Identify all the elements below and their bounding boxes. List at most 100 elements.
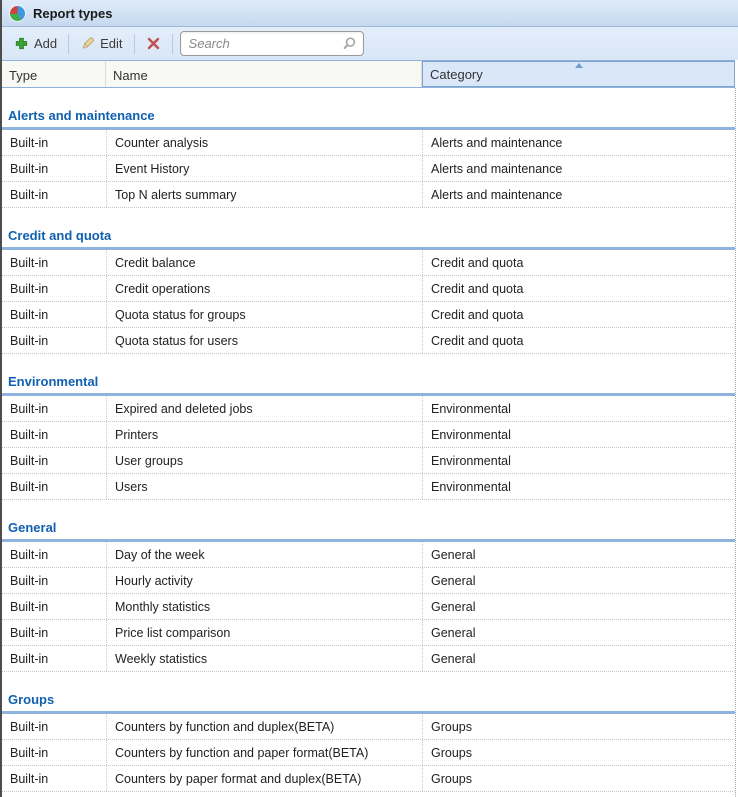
column-header-type-label: Type	[9, 68, 37, 83]
cell-name: Counter analysis	[106, 130, 422, 155]
table-row[interactable]: Built-in Counter analysis Alerts and mai…	[2, 130, 735, 156]
table-row[interactable]: Built-in Credit balance Credit and quota	[2, 250, 735, 276]
cell-name: Hourly activity	[106, 568, 422, 593]
table-row[interactable]: Built-in Monthly statistics General	[2, 594, 735, 620]
cell-type: Built-in	[2, 594, 106, 619]
cell-name: Day of the week	[106, 542, 422, 567]
cell-category: Credit and quota	[422, 276, 735, 301]
table-row[interactable]: Built-in Users Environmental	[2, 474, 735, 500]
cell-category: Alerts and maintenance	[422, 182, 735, 207]
group-title: Environmental	[2, 372, 735, 396]
group-spacer	[2, 88, 735, 106]
search-input[interactable]	[189, 36, 342, 51]
column-header-name[interactable]: Name	[106, 61, 422, 87]
edit-button[interactable]: Edit	[76, 33, 126, 54]
table-row[interactable]: Built-in Hourly activity General	[2, 568, 735, 594]
table-row[interactable]: Built-in Printers Environmental	[2, 422, 735, 448]
cell-type: Built-in	[2, 422, 106, 447]
cell-name: Users	[106, 474, 422, 499]
cell-category: Credit and quota	[422, 250, 735, 275]
cell-category: Environmental	[422, 448, 735, 473]
cell-category: General	[422, 646, 735, 671]
toolbar-separator	[68, 34, 69, 54]
cell-name: Expired and deleted jobs	[106, 396, 422, 421]
toolbar-separator	[134, 34, 135, 54]
red-x-icon	[146, 36, 161, 51]
cell-name: Weekly statistics	[106, 646, 422, 671]
cell-name: Price list comparison	[106, 620, 422, 645]
grid-body: Alerts and maintenance Built-in Counter …	[2, 88, 735, 792]
toolbar-separator	[172, 34, 173, 54]
table-row[interactable]: Built-in Event History Alerts and mainte…	[2, 156, 735, 182]
cell-type: Built-in	[2, 714, 106, 739]
group-spacer	[2, 208, 735, 226]
add-button[interactable]: Add	[10, 33, 61, 54]
cell-type: Built-in	[2, 130, 106, 155]
cell-name: Counters by paper format and duplex(BETA…	[106, 766, 422, 791]
table-row[interactable]: Built-in Top N alerts summary Alerts and…	[2, 182, 735, 208]
cell-category: Groups	[422, 766, 735, 791]
group-title: General	[2, 518, 735, 542]
cell-category: Environmental	[422, 396, 735, 421]
table-row[interactable]: Built-in Weekly statistics General	[2, 646, 735, 672]
cell-category: General	[422, 620, 735, 645]
cell-category: Alerts and maintenance	[422, 156, 735, 181]
cell-name: Monthly statistics	[106, 594, 422, 619]
delete-button[interactable]	[142, 33, 165, 54]
cell-type: Built-in	[2, 276, 106, 301]
group-spacer	[2, 672, 735, 690]
grid-right-edge-line	[735, 88, 736, 797]
cell-name: Top N alerts summary	[106, 182, 422, 207]
cell-category: General	[422, 568, 735, 593]
cell-name: Event History	[106, 156, 422, 181]
table-row[interactable]: Built-in Expired and deleted jobs Enviro…	[2, 396, 735, 422]
cell-category: General	[422, 542, 735, 567]
table-row[interactable]: Built-in Quota status for groups Credit …	[2, 302, 735, 328]
cell-type: Built-in	[2, 328, 106, 353]
group-title: Groups	[2, 690, 735, 714]
cell-name: Credit operations	[106, 276, 422, 301]
group-spacer	[2, 354, 735, 372]
cell-type: Built-in	[2, 620, 106, 645]
cell-category: Credit and quota	[422, 328, 735, 353]
cell-category: General	[422, 594, 735, 619]
cell-type: Built-in	[2, 740, 106, 765]
group-spacer	[2, 500, 735, 518]
table-row[interactable]: Built-in Price list comparison General	[2, 620, 735, 646]
window-title: Report types	[33, 6, 112, 21]
cell-type: Built-in	[2, 182, 106, 207]
table-row[interactable]: Built-in Quota status for users Credit a…	[2, 328, 735, 354]
cell-category: Environmental	[422, 474, 735, 499]
cell-category: Environmental	[422, 422, 735, 447]
column-header-category-label: Category	[430, 67, 483, 82]
magnifier-icon	[342, 36, 357, 51]
column-header-type[interactable]: Type	[2, 61, 106, 87]
cell-category: Credit and quota	[422, 302, 735, 327]
cell-category: Groups	[422, 740, 735, 765]
column-header-category[interactable]: Category	[422, 61, 735, 87]
cell-type: Built-in	[2, 448, 106, 473]
table-row[interactable]: Built-in User groups Environmental	[2, 448, 735, 474]
toolbar: Add Edit	[2, 27, 738, 60]
sort-ascending-icon	[575, 63, 583, 68]
cell-name: Printers	[106, 422, 422, 447]
cell-type: Built-in	[2, 302, 106, 327]
search-box[interactable]	[180, 31, 364, 56]
group-title: Credit and quota	[2, 226, 735, 250]
table-row[interactable]: Built-in Counters by function and duplex…	[2, 714, 735, 740]
table-row[interactable]: Built-in Day of the week General	[2, 542, 735, 568]
cell-category: Groups	[422, 714, 735, 739]
report-types-window: Report types Add Edit	[0, 0, 738, 797]
cell-type: Built-in	[2, 542, 106, 567]
table-row[interactable]: Built-in Counters by paper format and du…	[2, 766, 735, 792]
table-row[interactable]: Built-in Counters by function and paper …	[2, 740, 735, 766]
cell-type: Built-in	[2, 156, 106, 181]
plus-icon	[14, 36, 29, 51]
group-title: Alerts and maintenance	[2, 106, 735, 130]
cell-name: Credit balance	[106, 250, 422, 275]
pencil-icon	[80, 36, 95, 51]
table-row[interactable]: Built-in Credit operations Credit and qu…	[2, 276, 735, 302]
cell-category: Alerts and maintenance	[422, 130, 735, 155]
cell-type: Built-in	[2, 396, 106, 421]
cell-name: User groups	[106, 448, 422, 473]
